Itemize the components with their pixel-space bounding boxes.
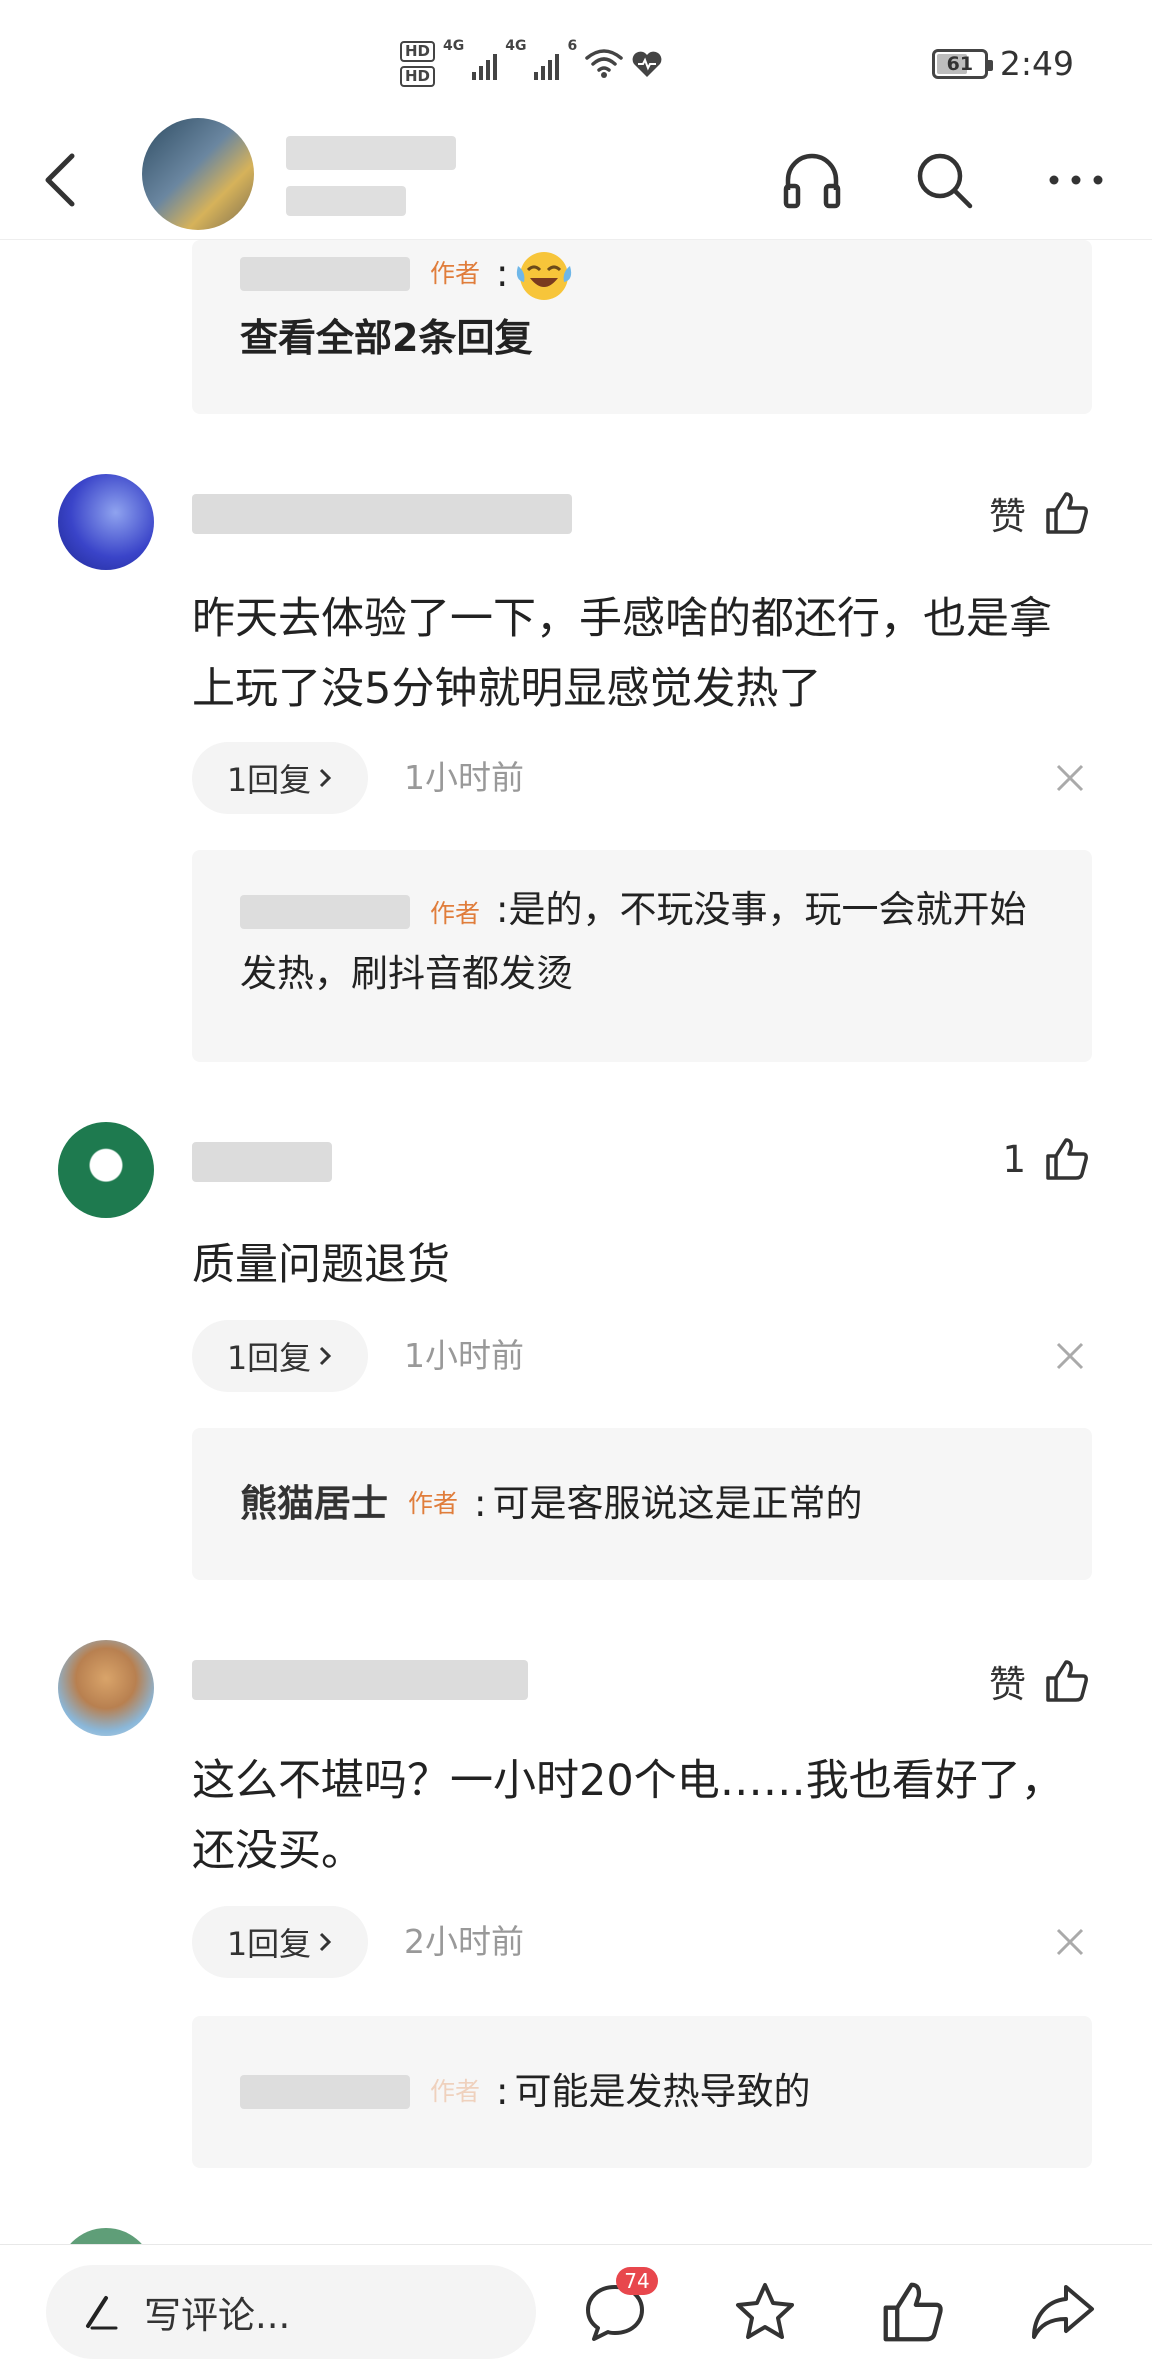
reply-box: 作者 : 查看全部2条回复 bbox=[192, 240, 1092, 414]
comment-time: 2小时前 bbox=[404, 1922, 524, 1961]
author-tag: 作者 bbox=[430, 2077, 481, 2106]
wifi-label: 6 bbox=[567, 38, 578, 54]
commenter-name-redacted bbox=[192, 1660, 528, 1700]
author-tag: 作者 bbox=[408, 1489, 459, 1518]
network-label-2: 4G bbox=[505, 38, 527, 54]
close-icon[interactable] bbox=[1050, 1336, 1090, 1376]
like-label: 赞 bbox=[989, 1663, 1026, 1706]
reply-separator: : bbox=[474, 1482, 487, 1525]
reply-count-button[interactable]: 1回复 bbox=[192, 1906, 368, 1978]
thumbs-up-icon bbox=[1046, 492, 1088, 534]
star-icon bbox=[736, 2283, 794, 2339]
reply-author-name[interactable]: 熊猫居士 bbox=[240, 1474, 388, 1534]
commenter-name-redacted bbox=[192, 1142, 332, 1182]
battery-level-text: 61 bbox=[946, 52, 974, 75]
like-article-button[interactable] bbox=[868, 2267, 958, 2357]
reply-count-label: 1回复 bbox=[226, 1339, 312, 1377]
comment-text: 昨天去体验了一下，手感啥的都还行，也是拿上玩了没5分钟就明显感觉发热了 bbox=[192, 594, 1052, 714]
share-icon bbox=[1032, 2285, 1094, 2339]
hd-badge-1: HD bbox=[400, 41, 436, 62]
write-comment-placeholder: 写评论... bbox=[144, 2294, 291, 2337]
status-right: 61 2:49 bbox=[931, 44, 1074, 83]
comment-text: 质量问题退货 bbox=[192, 1240, 450, 1290]
author-tag: 作者 bbox=[430, 259, 481, 288]
signal-icon-2 bbox=[534, 48, 560, 80]
author-avatar[interactable] bbox=[142, 118, 254, 230]
close-icon[interactable] bbox=[1050, 758, 1090, 798]
clock: 2:49 bbox=[999, 44, 1074, 83]
wifi-icon bbox=[585, 49, 623, 78]
like-button[interactable]: 1 bbox=[1002, 1136, 1090, 1182]
commenter-name-redacted bbox=[192, 494, 572, 534]
reply-box: 作者:是的，不玩没事，玩一会就开始发热，刷抖音都发烫 bbox=[192, 850, 1092, 1062]
reply-count-label: 1回复 bbox=[226, 761, 312, 799]
reply-content: 作者 : 可能是发热导致的 bbox=[240, 2062, 810, 2122]
headphones-button[interactable] bbox=[772, 140, 852, 220]
thumbs-up-icon bbox=[1046, 1138, 1088, 1180]
bottom-bar: 写评论... 74 bbox=[0, 2244, 1152, 2376]
crying-laughing-emoji bbox=[517, 252, 572, 300]
author-info-redacted bbox=[286, 186, 406, 216]
reply-box: 作者 : 可能是发热导致的 bbox=[192, 2016, 1092, 2168]
close-icon[interactable] bbox=[1050, 1922, 1090, 1962]
thumbs-up-icon bbox=[1046, 1660, 1088, 1702]
reply-separator: : bbox=[496, 2070, 509, 2113]
reply-text: 可是客服说这是正常的 bbox=[492, 1482, 863, 1525]
chevron-right-icon bbox=[320, 1346, 332, 1366]
reply-content: 作者:是的，不玩没事，玩一会就开始发热，刷抖音都发烫 bbox=[240, 880, 1036, 1004]
more-button[interactable] bbox=[1036, 140, 1116, 220]
hd-badge-2: HD bbox=[400, 66, 436, 87]
reply-line: 作者 : bbox=[240, 244, 574, 304]
reply-text: 可能是发热导致的 bbox=[514, 2070, 811, 2113]
search-button[interactable] bbox=[904, 140, 984, 220]
heart-rate-icon bbox=[632, 51, 662, 77]
reply-name-redacted bbox=[240, 257, 410, 291]
signal-icon bbox=[472, 48, 498, 80]
author-name-redacted bbox=[286, 136, 456, 170]
reply-name-redacted bbox=[240, 894, 410, 929]
reply-count-button[interactable]: 1回复 bbox=[192, 1320, 368, 1392]
chevron-right-icon bbox=[320, 1932, 332, 1952]
commenter-avatar[interactable] bbox=[58, 474, 154, 570]
like-button[interactable]: 赞 bbox=[989, 486, 1090, 540]
reply-count-label: 1回复 bbox=[226, 1925, 312, 1963]
reply-separator: : bbox=[496, 888, 509, 931]
comment-time: 1小时前 bbox=[404, 758, 524, 797]
comment-text: 这么不堪吗？一小时20个电……我也看好了，还没买。 bbox=[192, 1756, 1064, 1876]
reply-separator: : bbox=[496, 252, 509, 295]
status-icons: HD HD 4G 4G 6 bbox=[400, 34, 663, 94]
battery-icon: 61 bbox=[931, 48, 993, 79]
comment-count-badge: 74 bbox=[616, 2267, 658, 2295]
commenter-avatar[interactable] bbox=[58, 1122, 154, 1218]
pen-icon bbox=[86, 2296, 118, 2330]
thumbs-up-icon bbox=[883, 2282, 943, 2342]
chevron-right-icon bbox=[320, 768, 332, 788]
write-comment-input[interactable]: 写评论... bbox=[46, 2265, 536, 2359]
chevron-left-icon[interactable] bbox=[30, 144, 100, 214]
commenter-avatar[interactable] bbox=[58, 1640, 154, 1736]
reply-name-redacted bbox=[240, 2075, 410, 2109]
like-button[interactable]: 赞 bbox=[989, 1654, 1090, 1708]
like-count: 1 bbox=[1002, 1137, 1026, 1181]
search-icon bbox=[917, 153, 973, 209]
like-label: 赞 bbox=[989, 495, 1026, 538]
status-bar: HD HD 4G 4G 6 61 2:49 bbox=[0, 0, 1152, 120]
share-button[interactable] bbox=[1018, 2267, 1108, 2357]
favorite-button[interactable] bbox=[720, 2267, 810, 2357]
reply-count-button[interactable]: 1回复 bbox=[192, 742, 368, 814]
comments-button[interactable]: 74 bbox=[570, 2267, 660, 2357]
network-label-1: 4G bbox=[443, 38, 465, 54]
view-all-replies-link[interactable]: 查看全部2条回复 bbox=[240, 308, 532, 368]
author-tag: 作者 bbox=[430, 899, 481, 928]
reply-box: 熊猫居士 作者 : 可是客服说这是正常的 bbox=[192, 1428, 1092, 1580]
comment-time: 1小时前 bbox=[404, 1336, 524, 1375]
more-icon bbox=[1049, 175, 1103, 185]
reply-content: 熊猫居士 作者 : 可是客服说这是正常的 bbox=[240, 1474, 862, 1534]
headphones-icon bbox=[783, 153, 841, 209]
